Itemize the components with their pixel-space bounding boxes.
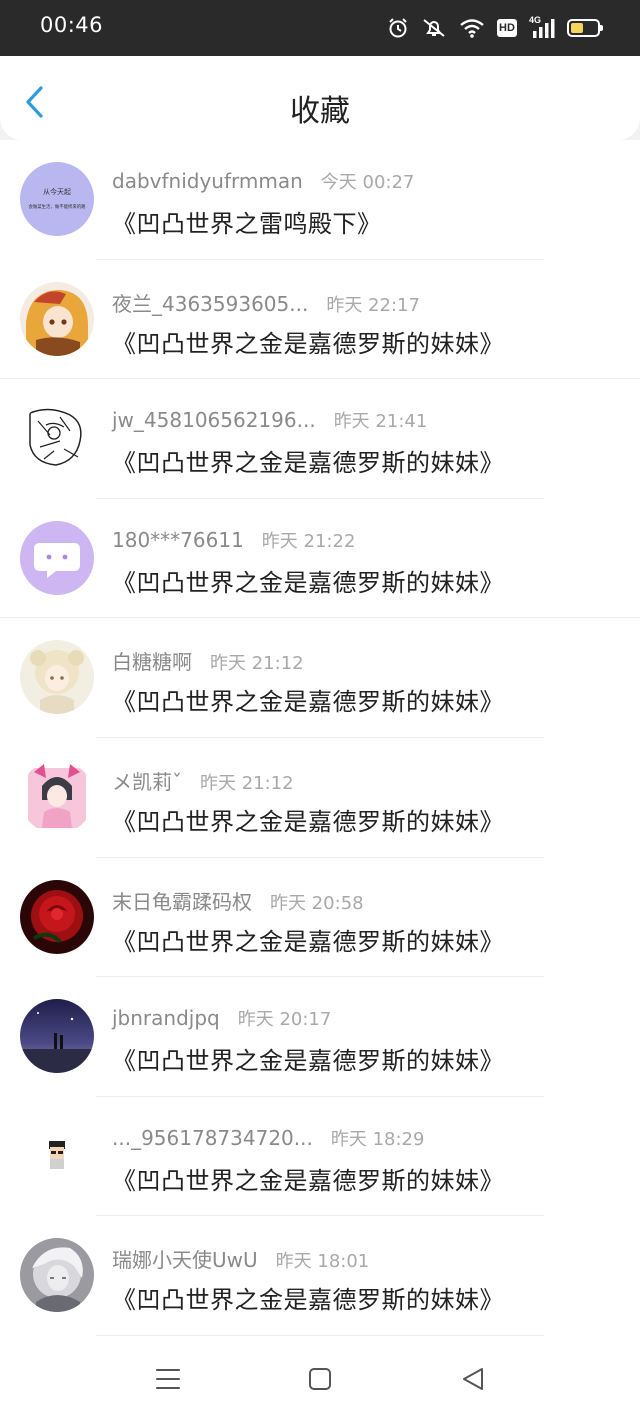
username: jbnrandjpq [112, 1006, 220, 1031]
status-bar: 00:46 HD 4G [0, 0, 640, 56]
timestamp: 昨天 18:29 [330, 1128, 425, 1150]
list-item[interactable]: 180***76611 昨天 21:22 《凹凸世界之金是嘉德罗斯的妹妹》 [0, 499, 640, 619]
avatar[interactable] [20, 281, 94, 356]
favorite-title: 《凹凸世界之金是嘉德罗斯的妹妹》 [112, 1166, 504, 1195]
avatar[interactable] [20, 1118, 94, 1193]
timestamp: 昨天 21:12 [200, 772, 294, 794]
battery-icon [567, 19, 603, 37]
username: メ凯莉ˇ [112, 769, 182, 794]
list-item[interactable]: jbnrandjpq 昨天 20:17 《凹凸世界之金是嘉德罗斯的妹妹》 [0, 977, 640, 1097]
list-item[interactable]: jw_458106562196... 昨天 21:41 《凹凸世界之金是嘉德罗斯… [0, 379, 640, 499]
list-item[interactable]: 夜兰_4363593605... 昨天 22:17 《凹凸世界之金是嘉德罗斯的妹… [0, 260, 640, 380]
status-icons: HD 4G [387, 14, 603, 42]
timestamp: 今天 00:27 [320, 172, 415, 193]
page-title: 收藏 [290, 94, 350, 129]
signal-icon: 4G [529, 15, 555, 39]
svg-text:从今天起: 从今天起 [43, 187, 71, 196]
timestamp: 昨天 21:22 [261, 530, 356, 552]
username: 末日龟霸蹂码权 [112, 889, 252, 914]
mute-icon [423, 19, 445, 37]
favorite-title: 《凹凸世界之金是嘉德罗斯的妹妹》 [112, 927, 504, 956]
avatar[interactable] [20, 759, 94, 834]
avatar[interactable] [20, 999, 94, 1074]
favorite-title: 《凹凸世界之金是嘉德罗斯的妹妹》 [112, 1047, 504, 1076]
home-icon[interactable] [305, 1364, 335, 1394]
alarm-icon [389, 18, 407, 38]
wifi-icon [460, 19, 484, 38]
favorite-title: 《凹凸世界之雷鸣殿下》 [112, 210, 382, 238]
avatar[interactable] [20, 520, 94, 595]
favorite-title: 《凹凸世界之金是嘉德罗斯的妹妹》 [112, 449, 504, 478]
username: 白糖糖啊 [112, 650, 192, 675]
avatar[interactable] [20, 879, 94, 954]
favorite-title: 《凹凸世界之金是嘉德罗斯的妹妹》 [112, 807, 504, 836]
timestamp: 昨天 22:17 [326, 294, 420, 316]
list-item[interactable]: 瑞娜小天使UwU 昨天 18:01 《凹凸世界之金是嘉德罗斯的妹妹》 [0, 1216, 640, 1336]
username: 180***76611 [112, 527, 244, 552]
favorite-title: 《凹凸世界之金是嘉德罗斯的妹妹》 [112, 1286, 504, 1315]
favorite-title: 《凹凸世界之金是嘉德罗斯的妹妹》 [112, 688, 504, 717]
favorite-title: 《凹凸世界之金是嘉德罗斯的妹妹》 [112, 329, 504, 358]
favorites-list: 从今天起 会做菜生活，做不能修来的路 dabvfnidyufrmman 今天 0… [0, 140, 640, 1336]
username: dabvfnidyufrmman [112, 169, 303, 193]
header: 收藏 [0, 56, 640, 140]
timestamp: 昨天 20:17 [237, 1009, 332, 1031]
avatar[interactable] [20, 401, 94, 476]
avatar[interactable] [20, 640, 94, 715]
svg-text:会做菜生活，做不能修来的路: 会做菜生活，做不能修来的路 [28, 203, 86, 210]
avatar[interactable] [20, 1238, 94, 1313]
system-nav-bar [0, 1336, 640, 1422]
timestamp: 昨天 21:12 [210, 653, 304, 675]
list-item[interactable]: 白糖糖啊 昨天 21:12 《凹凸世界之金是嘉德罗斯的妹妹》 [0, 618, 640, 738]
status-time: 00:46 [40, 13, 104, 37]
timestamp: 昨天 20:58 [270, 892, 364, 914]
list-item[interactable]: 末日龟霸蹂码权 昨天 20:58 《凹凸世界之金是嘉德罗斯的妹妹》 [0, 858, 640, 978]
list-item[interactable]: メ凯莉ˇ 昨天 21:12 《凹凸世界之金是嘉德罗斯的妹妹》 [0, 738, 640, 858]
hd-badge: HD [497, 19, 517, 37]
timestamp: 昨天 18:01 [275, 1251, 370, 1273]
username: jw_458106562196... [112, 408, 316, 433]
username: ..._956178734720... [112, 1125, 313, 1150]
back-nav-icon[interactable] [458, 1364, 488, 1394]
favorite-title: 《凹凸世界之金是嘉德罗斯的妹妹》 [112, 568, 504, 597]
avatar[interactable]: 从今天起 会做菜生活，做不能修来的路 [20, 162, 94, 236]
username: 夜兰_4363593605... [112, 291, 309, 316]
list-item[interactable]: ..._956178734720... 昨天 18:29 《凹凸世界之金是嘉德罗… [0, 1097, 640, 1217]
menu-icon[interactable] [153, 1364, 183, 1394]
username: 瑞娜小天使UwU [112, 1248, 258, 1273]
timestamp: 昨天 21:41 [333, 411, 428, 433]
list-item[interactable]: 从今天起 会做菜生活，做不能修来的路 dabvfnidyufrmman 今天 0… [0, 140, 640, 260]
